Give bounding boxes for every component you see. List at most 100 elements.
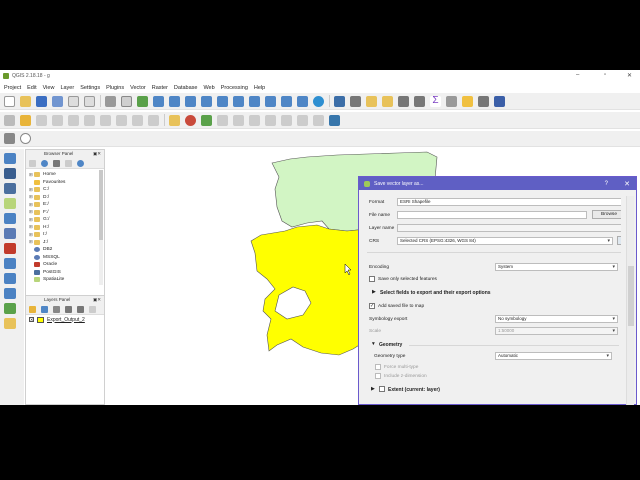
tree-item-oracle[interactable]: Oracle — [29, 261, 104, 269]
crs-combo[interactable]: Selected CRS (EPSG:4326, WGS 84) — [397, 237, 613, 245]
extent-expander-icon[interactable]: ▶ — [371, 387, 375, 392]
layer-labeling-icon[interactable] — [185, 114, 196, 126]
cloud-icon[interactable] — [20, 133, 31, 144]
layer-row[interactable]: ✕ Export_Output_2 — [26, 315, 104, 324]
save-as-icon[interactable] — [52, 95, 63, 107]
rotate-label-icon[interactable] — [265, 114, 276, 126]
pan-icon[interactable] — [105, 95, 116, 107]
add-wms-layer-icon[interactable] — [4, 258, 16, 269]
minimize-button[interactable]: – — [576, 72, 579, 78]
tree-item-d[interactable]: ⊞ D:/ — [29, 194, 104, 202]
zoom-in-icon[interactable] — [153, 95, 164, 107]
tree-item-h[interactable]: ⊞ H:/ — [29, 224, 104, 232]
encoding-combo[interactable]: System — [495, 263, 618, 271]
scrollbar-thumb[interactable] — [99, 170, 103, 240]
zoom-next-icon[interactable] — [265, 95, 276, 107]
paste-features-icon[interactable] — [148, 114, 159, 126]
extent-checkbox[interactable] — [379, 386, 385, 392]
tree-item-spatialite[interactable]: SpatiaLite — [29, 276, 104, 284]
show-bookmarks-icon[interactable] — [297, 95, 308, 107]
filter-legend-icon[interactable] — [65, 305, 72, 313]
geometry-collapse-icon[interactable]: ▼ — [371, 342, 376, 347]
tree-item-db2[interactable]: DB2 — [29, 246, 104, 254]
symbology-combo[interactable]: No symbology — [495, 315, 618, 323]
add-to-map-checkbox[interactable]: ✓ — [369, 303, 375, 309]
refresh-browser-icon[interactable] — [41, 159, 48, 167]
add-postgis-layer-icon[interactable] — [4, 183, 16, 194]
composer-manager-icon[interactable] — [84, 95, 95, 107]
add-spatialite-layer-icon[interactable] — [4, 198, 16, 209]
pin-labels-icon[interactable] — [217, 114, 228, 126]
dialog-scrollbar-thumb[interactable] — [628, 266, 634, 326]
copy-features-icon[interactable] — [132, 114, 143, 126]
add-vector-layer-icon[interactable] — [4, 153, 16, 164]
crs-selector-icon[interactable] — [617, 236, 621, 245]
scale-combo[interactable]: 1:50000 — [495, 327, 618, 335]
gps-icon[interactable] — [4, 133, 15, 144]
statistics-sigma-icon[interactable]: Σ — [430, 95, 441, 107]
zoom-last-icon[interactable] — [249, 95, 260, 107]
tree-item-f[interactable]: ⊞ F:/ — [29, 209, 104, 217]
help-contents-icon[interactable] — [494, 95, 505, 107]
zoom-layer-icon[interactable] — [233, 95, 244, 107]
dialog-close-button[interactable]: ✕ — [624, 180, 630, 188]
csw-icon[interactable] — [313, 114, 324, 126]
text-annotation-icon[interactable] — [478, 95, 489, 107]
add-oracle-layer-icon[interactable] — [4, 243, 16, 254]
menu-edit[interactable]: Edit — [27, 85, 36, 91]
measure-line-icon[interactable] — [446, 95, 457, 107]
tree-item-e[interactable]: ⊞ E:/ — [29, 201, 104, 209]
layer-visibility-checkbox[interactable]: ✕ — [29, 317, 34, 322]
tree-item-j[interactable]: ⊞ J:/ — [29, 239, 104, 247]
tree-item-i[interactable]: ⊞ I:/ — [29, 231, 104, 239]
tree-item-home[interactable]: ⊞ Home — [29, 171, 104, 179]
expand-all-icon[interactable] — [89, 305, 96, 313]
zoom-out-icon[interactable] — [169, 95, 180, 107]
menu-plugins[interactable]: Plugins — [106, 85, 124, 91]
toggle-editing-icon[interactable] — [20, 114, 31, 126]
add-raster-layer-icon[interactable] — [4, 168, 16, 179]
cut-features-icon[interactable] — [116, 114, 127, 126]
add-wcs-layer-icon[interactable] — [4, 273, 16, 284]
geometry-section-header[interactable]: Geometry — [379, 342, 402, 348]
select-by-value-icon[interactable] — [366, 95, 377, 107]
new-shapefile-icon[interactable] — [4, 318, 16, 329]
menu-web[interactable]: Web — [203, 85, 214, 91]
python-console-icon[interactable] — [329, 114, 340, 126]
tree-item-favourites[interactable]: Favourites — [29, 179, 104, 187]
identify-icon[interactable] — [334, 95, 345, 107]
filter-expression-icon[interactable] — [77, 305, 84, 313]
layername-input[interactable] — [397, 224, 621, 232]
deselect-icon[interactable] — [382, 95, 393, 107]
save-project-icon[interactable] — [36, 95, 47, 107]
add-selected-icon[interactable] — [29, 159, 36, 167]
browser-scrollbar[interactable] — [99, 170, 103, 285]
menu-vector[interactable]: Vector — [130, 85, 146, 91]
move-feature-icon[interactable] — [84, 114, 95, 126]
move-label-icon[interactable] — [249, 114, 260, 126]
zoom-full-icon[interactable] — [201, 95, 212, 107]
menu-database[interactable]: Database — [174, 85, 198, 91]
show-hide-labels-icon[interactable] — [233, 114, 244, 126]
field-calculator-icon[interactable] — [414, 95, 425, 107]
menu-settings[interactable]: Settings — [80, 85, 100, 91]
force-multi-checkbox[interactable] — [375, 364, 381, 370]
include-z-checkbox[interactable] — [375, 373, 381, 379]
change-label-icon[interactable] — [281, 114, 292, 126]
layer-styling-icon[interactable] — [29, 305, 36, 313]
panel-float-close-icon[interactable]: ▣✕ — [93, 150, 101, 158]
panel-float-close-icon[interactable]: ▣✕ — [93, 296, 101, 304]
info-icon[interactable] — [77, 159, 84, 167]
add-feature-icon[interactable] — [52, 114, 63, 126]
menu-view[interactable]: View — [43, 85, 55, 91]
menu-layer[interactable]: Layer — [60, 85, 74, 91]
zoom-native-icon[interactable] — [185, 95, 196, 107]
delete-selected-icon[interactable] — [100, 114, 111, 126]
geometry-type-combo[interactable]: Automatic — [495, 352, 612, 360]
collapse-all-icon[interactable] — [65, 159, 72, 167]
close-window-button[interactable]: ✕ — [627, 72, 632, 79]
pan-to-selection-icon[interactable] — [137, 95, 148, 107]
save-edits-icon[interactable] — [36, 114, 47, 126]
label-toolbar-icon[interactable] — [169, 114, 180, 126]
add-delimited-text-icon[interactable] — [4, 303, 16, 314]
